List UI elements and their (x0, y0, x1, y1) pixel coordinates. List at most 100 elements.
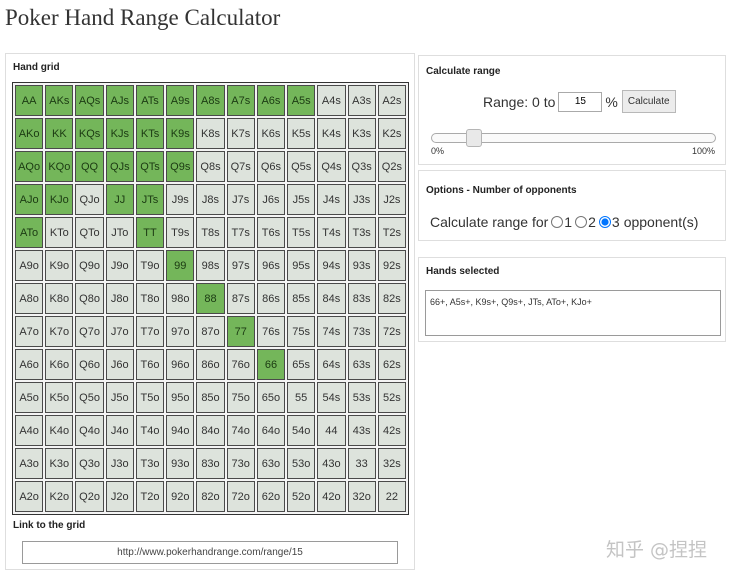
hand-cell[interactable]: Q9o (75, 250, 104, 281)
hand-cell[interactable]: A8s (196, 85, 225, 116)
opponents-radio-1[interactable] (551, 216, 564, 228)
hand-cell[interactable]: QTo (75, 217, 104, 248)
hand-cell[interactable]: A6o (15, 349, 44, 380)
hand-cell[interactable]: QJs (105, 151, 134, 182)
range-percent-input[interactable] (558, 91, 603, 112)
hand-cell[interactable]: A2s (377, 85, 406, 116)
hand-cell[interactable]: 96s (256, 250, 286, 281)
hand-cell[interactable]: Q4s (317, 151, 346, 182)
hand-cell[interactable]: 74o (226, 415, 255, 446)
hand-cell[interactable]: 98s (196, 250, 225, 281)
hand-cell[interactable]: A7o (15, 316, 44, 347)
hand-cell[interactable]: 93o (166, 448, 195, 479)
hand-cell[interactable]: 99 (166, 250, 195, 281)
slider-handle[interactable] (466, 129, 483, 147)
hand-cell[interactable]: 96o (166, 349, 195, 380)
hand-cell[interactable]: T3o (135, 448, 165, 479)
hand-cell[interactable]: KQs (75, 118, 104, 149)
hand-cell[interactable]: AA (15, 85, 44, 116)
hand-cell[interactable]: T7s (226, 217, 255, 248)
hand-cell[interactable]: J5o (105, 382, 134, 413)
hand-cell[interactable]: A4o (15, 415, 44, 446)
hand-cell[interactable]: J7o (105, 316, 134, 347)
hand-cell[interactable]: Q4o (75, 415, 104, 446)
hand-cell[interactable]: 63o (256, 448, 286, 479)
hand-cell[interactable]: 62o (256, 481, 286, 512)
hand-cell[interactable]: ATs (135, 85, 165, 116)
hand-cell[interactable]: T8o (135, 283, 165, 314)
hand-cell[interactable]: 94s (317, 250, 346, 281)
hand-cell[interactable]: 73o (226, 448, 255, 479)
hand-cell[interactable]: 95o (166, 382, 195, 413)
range-slider[interactable] (431, 129, 716, 147)
hand-cell[interactable]: 54o (287, 415, 316, 446)
hand-cell[interactable]: Q3o (75, 448, 104, 479)
hand-cell[interactable]: A7s (226, 85, 255, 116)
hand-cell[interactable]: 52s (377, 382, 406, 413)
hand-cell[interactable]: K7o (45, 316, 74, 347)
hand-cell[interactable]: J7s (226, 184, 255, 215)
hand-cell[interactable]: J2o (105, 481, 134, 512)
hand-cell[interactable]: Q6o (75, 349, 104, 380)
hand-cell[interactable]: Q5s (287, 151, 316, 182)
hand-cell[interactable]: 86o (196, 349, 225, 380)
hand-cell[interactable]: 22 (377, 481, 406, 512)
hand-cell[interactable]: K8o (45, 283, 74, 314)
hand-cell[interactable]: KJo (45, 184, 74, 215)
hand-cell[interactable]: 88 (196, 283, 225, 314)
hand-cell[interactable]: J3o (105, 448, 134, 479)
hand-cell[interactable]: J2s (377, 184, 406, 215)
hand-cell[interactable]: 53s (347, 382, 376, 413)
hand-cell[interactable]: T3s (347, 217, 376, 248)
hand-cell[interactable]: 83s (347, 283, 376, 314)
hand-cell[interactable]: K9s (166, 118, 195, 149)
hand-cell[interactable]: A4s (317, 85, 346, 116)
hand-cell[interactable]: 72o (226, 481, 255, 512)
hand-cell[interactable]: 64s (317, 349, 346, 380)
hand-cell[interactable]: 86s (256, 283, 286, 314)
hand-cell[interactable]: A2o (15, 481, 44, 512)
hand-cell[interactable]: AJo (15, 184, 44, 215)
hand-cell[interactable]: K4o (45, 415, 74, 446)
opponents-radio-2[interactable] (575, 216, 588, 228)
hand-cell[interactable]: K6s (256, 118, 286, 149)
hand-cell[interactable]: K3s (347, 118, 376, 149)
hand-cell[interactable]: KJs (105, 118, 134, 149)
hand-cell[interactable]: J3s (347, 184, 376, 215)
hand-cell[interactable]: 82s (377, 283, 406, 314)
hand-cell[interactable]: Q3s (347, 151, 376, 182)
hand-cell[interactable]: 44 (317, 415, 346, 446)
hand-cell[interactable]: 87o (196, 316, 225, 347)
hand-cell[interactable]: 77 (226, 316, 255, 347)
hand-cell[interactable]: Q5o (75, 382, 104, 413)
hand-cell[interactable]: J6o (105, 349, 134, 380)
hand-cell[interactable]: J8o (105, 283, 134, 314)
hand-cell[interactable]: K2s (377, 118, 406, 149)
hand-cell[interactable]: 52o (287, 481, 316, 512)
hand-cell[interactable]: 98o (166, 283, 195, 314)
hand-cell[interactable]: AKs (45, 85, 74, 116)
hand-cell[interactable]: TT (135, 217, 165, 248)
hand-cell[interactable]: J9o (105, 250, 134, 281)
hand-cell[interactable]: J9s (166, 184, 195, 215)
hand-cell[interactable]: J6s (256, 184, 286, 215)
hand-cell[interactable]: 85s (287, 283, 316, 314)
hand-cell[interactable]: K6o (45, 349, 74, 380)
hand-cell[interactable]: Q2o (75, 481, 104, 512)
hand-cell[interactable]: 43s (347, 415, 376, 446)
hand-cell[interactable]: 94o (166, 415, 195, 446)
hand-cell[interactable]: 76o (226, 349, 255, 380)
hand-cell[interactable]: KTo (45, 217, 74, 248)
hand-cell[interactable]: T9s (166, 217, 195, 248)
hand-cell[interactable]: T5s (287, 217, 316, 248)
hand-cell[interactable]: 76s (256, 316, 286, 347)
hand-cell[interactable]: T4s (317, 217, 346, 248)
hand-cell[interactable]: 75o (226, 382, 255, 413)
hand-cell[interactable]: 43o (317, 448, 346, 479)
opponents-radio-3[interactable] (598, 216, 611, 228)
hand-cell[interactable]: AJs (105, 85, 134, 116)
hand-cell[interactable]: K7s (226, 118, 255, 149)
hand-cell[interactable]: KQo (45, 151, 74, 182)
hand-cell[interactable]: AQs (75, 85, 104, 116)
hand-cell[interactable]: 73s (347, 316, 376, 347)
